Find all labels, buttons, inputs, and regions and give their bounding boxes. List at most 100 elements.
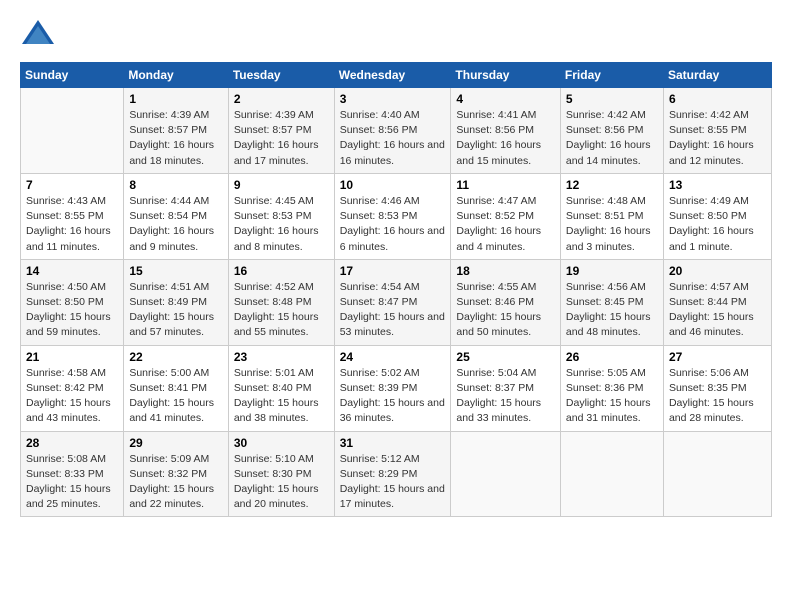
day-cell: 2Sunrise: 4:39 AMSunset: 8:57 PMDaylight… [228, 88, 334, 174]
day-info: Sunrise: 4:48 AMSunset: 8:51 PMDaylight:… [566, 194, 658, 255]
day-info: Sunrise: 4:42 AMSunset: 8:56 PMDaylight:… [566, 108, 658, 169]
day-cell: 15 Sunrise: 4:51 AMSunset: 8:49 PMDayligh… [124, 259, 228, 345]
day-cell: 28Sunrise: 5:08 AMSunset: 8:33 PMDayligh… [21, 431, 124, 517]
day-info: Sunrise: 4:58 AMSunset: 8:42 PMDaylight:… [26, 366, 118, 427]
day-cell: 20 Sunrise: 4:57 AMSunset: 8:44 PMDayligh… [663, 259, 771, 345]
day-number: 10 [340, 178, 446, 192]
day-number: 26 [566, 350, 658, 364]
day-cell: 22 Sunrise: 5:00 AMSunset: 8:41 PMDayligh… [124, 345, 228, 431]
day-info: Sunrise: 4:43 AMSunset: 8:55 PMDaylight:… [26, 194, 118, 255]
day-info: Sunrise: 4:49 AMSunset: 8:50 PMDaylight:… [669, 194, 766, 255]
day-info: Sunrise: 5:06 AMSunset: 8:35 PMDaylight:… [669, 366, 766, 427]
day-cell: 29 Sunrise: 5:09 AMSunset: 8:32 PMDayligh… [124, 431, 228, 517]
day-info: Sunrise: 5:01 AMSunset: 8:40 PMDaylight:… [234, 366, 329, 427]
day-info: Sunrise: 4:45 AMSunset: 8:53 PMDaylight:… [234, 194, 329, 255]
day-number: 4 [456, 92, 555, 106]
header [20, 16, 772, 52]
day-info: Sunrise: 4:52 AMSunset: 8:48 PMDaylight:… [234, 280, 329, 341]
day-info: Sunrise: 4:39 AMSunset: 8:57 PMDaylight:… [129, 108, 222, 169]
page: SundayMondayTuesdayWednesdayThursdayFrid… [0, 0, 792, 612]
day-number: 13 [669, 178, 766, 192]
day-info: Sunrise: 4:47 AMSunset: 8:52 PMDaylight:… [456, 194, 555, 255]
day-number: 25 [456, 350, 555, 364]
day-info: Sunrise: 5:00 AMSunset: 8:41 PMDaylight:… [129, 366, 222, 427]
header-cell-sunday: Sunday [21, 63, 124, 88]
day-cell: 13 Sunrise: 4:49 AMSunset: 8:50 PMDayligh… [663, 173, 771, 259]
day-number: 29 [129, 436, 222, 450]
week-row-0: 1 Sunrise: 4:39 AMSunset: 8:57 PMDaylight… [21, 88, 772, 174]
day-number: 6 [669, 92, 766, 106]
header-cell-thursday: Thursday [451, 63, 561, 88]
day-number: 7 [26, 178, 118, 192]
day-cell: 9 Sunrise: 4:45 AMSunset: 8:53 PMDaylight… [228, 173, 334, 259]
day-cell: 14 Sunrise: 4:50 AMSunset: 8:50 PMDayligh… [21, 259, 124, 345]
day-cell: 21 Sunrise: 4:58 AMSunset: 8:42 PMDayligh… [21, 345, 124, 431]
day-info: Sunrise: 4:44 AMSunset: 8:54 PMDaylight:… [129, 194, 222, 255]
day-cell: 4 Sunrise: 4:41 AMSunset: 8:56 PMDaylight… [451, 88, 561, 174]
day-info: Sunrise: 4:54 AMSunset: 8:47 PMDaylight:… [340, 280, 446, 341]
day-number: 9 [234, 178, 329, 192]
day-cell: 11Sunrise: 4:47 AMSunset: 8:52 PMDayligh… [451, 173, 561, 259]
calendar-table: SundayMondayTuesdayWednesdayThursdayFrid… [20, 62, 772, 517]
logo [20, 16, 62, 52]
day-number: 30 [234, 436, 329, 450]
day-info: Sunrise: 4:40 AMSunset: 8:56 PMDaylight:… [340, 108, 446, 169]
day-info: Sunrise: 5:05 AMSunset: 8:36 PMDaylight:… [566, 366, 658, 427]
header-row: SundayMondayTuesdayWednesdayThursdayFrid… [21, 63, 772, 88]
day-info: Sunrise: 4:46 AMSunset: 8:53 PMDaylight:… [340, 194, 446, 255]
day-number: 14 [26, 264, 118, 278]
day-number: 1 [129, 92, 222, 106]
day-cell: 23Sunrise: 5:01 AMSunset: 8:40 PMDayligh… [228, 345, 334, 431]
header-cell-tuesday: Tuesday [228, 63, 334, 88]
day-cell: 17 Sunrise: 4:54 AMSunset: 8:47 PMDayligh… [334, 259, 451, 345]
day-number: 19 [566, 264, 658, 278]
day-info: Sunrise: 5:12 AMSunset: 8:29 PMDaylight:… [340, 452, 446, 513]
day-info: Sunrise: 4:56 AMSunset: 8:45 PMDaylight:… [566, 280, 658, 341]
day-cell [451, 431, 561, 517]
day-number: 12 [566, 178, 658, 192]
day-number: 28 [26, 436, 118, 450]
week-row-3: 21 Sunrise: 4:58 AMSunset: 8:42 PMDayligh… [21, 345, 772, 431]
day-info: Sunrise: 4:57 AMSunset: 8:44 PMDaylight:… [669, 280, 766, 341]
day-cell: 7 Sunrise: 4:43 AMSunset: 8:55 PMDaylight… [21, 173, 124, 259]
day-cell: 30 Sunrise: 5:10 AMSunset: 8:30 PMDayligh… [228, 431, 334, 517]
day-number: 24 [340, 350, 446, 364]
day-cell: 27Sunrise: 5:06 AMSunset: 8:35 PMDayligh… [663, 345, 771, 431]
day-number: 21 [26, 350, 118, 364]
day-number: 5 [566, 92, 658, 106]
day-cell: 16 Sunrise: 4:52 AMSunset: 8:48 PMDayligh… [228, 259, 334, 345]
header-cell-wednesday: Wednesday [334, 63, 451, 88]
day-info: Sunrise: 4:39 AMSunset: 8:57 PMDaylight:… [234, 108, 329, 169]
day-cell: 18Sunrise: 4:55 AMSunset: 8:46 PMDayligh… [451, 259, 561, 345]
day-cell: 1 Sunrise: 4:39 AMSunset: 8:57 PMDaylight… [124, 88, 228, 174]
day-cell: 3 Sunrise: 4:40 AMSunset: 8:56 PMDaylight… [334, 88, 451, 174]
day-number: 17 [340, 264, 446, 278]
header-cell-friday: Friday [560, 63, 663, 88]
day-info: Sunrise: 5:04 AMSunset: 8:37 PMDaylight:… [456, 366, 555, 427]
day-number: 18 [456, 264, 555, 278]
week-row-4: 28Sunrise: 5:08 AMSunset: 8:33 PMDayligh… [21, 431, 772, 517]
day-number: 3 [340, 92, 446, 106]
day-number: 22 [129, 350, 222, 364]
day-number: 15 [129, 264, 222, 278]
day-cell: 6Sunrise: 4:42 AMSunset: 8:55 PMDaylight… [663, 88, 771, 174]
day-cell: 26 Sunrise: 5:05 AMSunset: 8:36 PMDayligh… [560, 345, 663, 431]
day-number: 16 [234, 264, 329, 278]
header-cell-saturday: Saturday [663, 63, 771, 88]
day-cell: 31 Sunrise: 5:12 AMSunset: 8:29 PMDayligh… [334, 431, 451, 517]
day-info: Sunrise: 5:09 AMSunset: 8:32 PMDaylight:… [129, 452, 222, 513]
day-cell [560, 431, 663, 517]
header-cell-monday: Monday [124, 63, 228, 88]
day-cell: 12 Sunrise: 4:48 AMSunset: 8:51 PMDayligh… [560, 173, 663, 259]
day-cell [663, 431, 771, 517]
day-cell [21, 88, 124, 174]
week-row-2: 14 Sunrise: 4:50 AMSunset: 8:50 PMDayligh… [21, 259, 772, 345]
logo-icon [20, 16, 56, 52]
day-cell: 19 Sunrise: 4:56 AMSunset: 8:45 PMDayligh… [560, 259, 663, 345]
day-info: Sunrise: 4:51 AMSunset: 8:49 PMDaylight:… [129, 280, 222, 341]
day-number: 31 [340, 436, 446, 450]
day-info: Sunrise: 5:10 AMSunset: 8:30 PMDaylight:… [234, 452, 329, 513]
day-info: Sunrise: 4:41 AMSunset: 8:56 PMDaylight:… [456, 108, 555, 169]
day-number: 20 [669, 264, 766, 278]
day-info: Sunrise: 4:50 AMSunset: 8:50 PMDaylight:… [26, 280, 118, 341]
